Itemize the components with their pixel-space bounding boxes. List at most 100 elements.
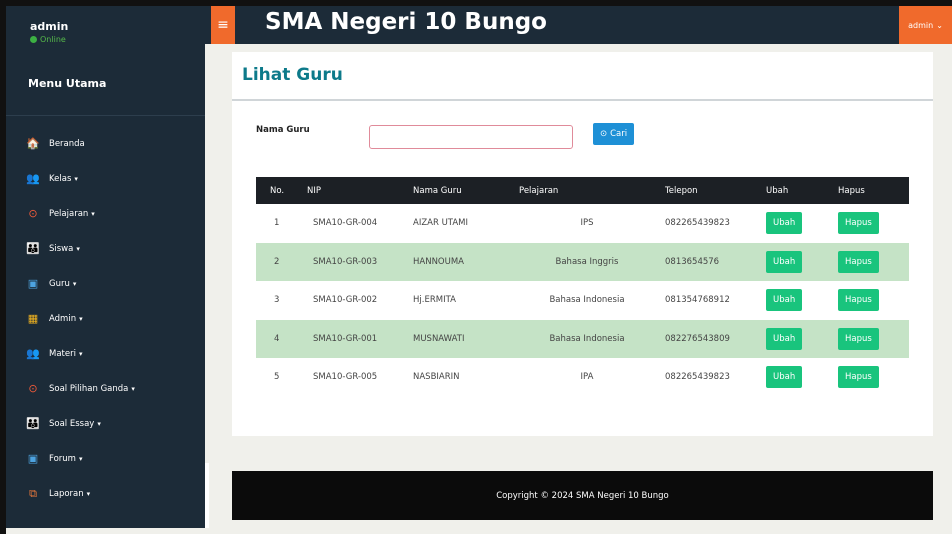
caret-down-icon: ▾ xyxy=(72,279,77,288)
cell-nama: Hj.ERMITA xyxy=(413,295,456,306)
sidebar-item-label: Materi xyxy=(49,348,76,359)
users-icon: 👥 xyxy=(26,172,40,185)
sidebar-item-kelas[interactable]: 👥 Kelas ▾ xyxy=(6,161,205,196)
sidebar-item-label: Guru xyxy=(49,278,70,289)
sidebar-item-label: Soal Pilihan Ganda xyxy=(49,383,129,394)
search-input[interactable] xyxy=(369,125,573,149)
cell-no: 4 xyxy=(274,333,280,344)
caret-down-icon: ▾ xyxy=(74,174,78,183)
sidebar-item-soal-essay[interactable]: 👪 Soal Essay ▾ xyxy=(6,406,205,441)
cell-ubah: Ubah xyxy=(763,320,838,359)
caret-down-icon: ▾ xyxy=(131,384,135,393)
edit-button[interactable]: Ubah xyxy=(766,366,803,389)
home-icon: 🏠 xyxy=(26,137,40,150)
edit-button[interactable]: Ubah xyxy=(766,250,803,273)
header-ubah: Ubah xyxy=(766,185,789,196)
search-button[interactable]: ⊙ Cari xyxy=(593,123,635,145)
id-card-icon: ▣ xyxy=(27,452,39,465)
caret-down-icon: ▾ xyxy=(78,349,83,358)
cell-hapus: Hapus xyxy=(838,320,909,359)
topbar: ≡ SMA Negeri 10 Bungo admin ⌄ xyxy=(205,6,952,44)
cell-hapus: Hapus xyxy=(838,358,909,397)
delete-button[interactable]: Hapus xyxy=(838,327,879,350)
header-no: No. xyxy=(270,185,285,196)
header-nip: NIP xyxy=(307,185,321,196)
cell-nama: NASBIARIN xyxy=(413,372,460,383)
sidebar-item-materi[interactable]: 👥 Materi ▾ xyxy=(6,336,205,371)
sidebar-item-label: Laporan xyxy=(49,488,84,499)
header-pelajaran: Pelajaran xyxy=(519,185,559,196)
clock-icon: ⊙ xyxy=(28,207,38,220)
cell-telepon: 082276543809 xyxy=(665,333,730,344)
user-status-label: Online xyxy=(40,35,66,44)
cell-pelajaran: Bahasa Indonesia xyxy=(549,295,625,306)
caret-down-icon: ▾ xyxy=(91,209,95,218)
delete-button[interactable]: Hapus xyxy=(838,250,879,273)
cell-pelajaran: Bahasa Indonesia xyxy=(549,333,625,344)
cell-nip: SMA10-GR-002 xyxy=(313,295,378,306)
cell-pelajaran: Bahasa Inggris xyxy=(555,256,619,267)
delete-button[interactable]: Hapus xyxy=(838,212,879,235)
cell-no: 3 xyxy=(274,295,280,306)
sidebar-item-guru[interactable]: ▣ Guru ▾ xyxy=(6,266,205,301)
caret-down-icon: ▾ xyxy=(78,454,83,463)
copyright-text: Copyright © 2024 SMA Negeri 10 Bungo xyxy=(496,490,669,501)
edit-button[interactable]: Ubah xyxy=(766,289,803,312)
cell-hapus: Hapus xyxy=(838,243,909,282)
cell-nip: SMA10-GR-003 xyxy=(313,256,378,267)
cell-hapus: Hapus xyxy=(838,204,909,243)
header-nama: Nama Guru xyxy=(413,185,462,196)
search-form: Nama Guru ⊙ Cari xyxy=(256,123,635,149)
copy-icon: ⧉ xyxy=(29,486,37,500)
header-telepon: Telepon xyxy=(665,185,698,196)
sidebar-item-label: Pelajaran xyxy=(49,208,89,219)
menu-title: Menu Utama xyxy=(6,66,205,116)
user-status: Online xyxy=(30,35,205,44)
online-dot-icon xyxy=(30,36,37,43)
cell-nip: SMA10-GR-005 xyxy=(313,372,378,383)
group-icon: 👪 xyxy=(26,242,40,255)
cell-telepon: 082265439823 xyxy=(665,218,730,229)
cell-telepon: 081354768912 xyxy=(665,295,730,306)
sidebar-item-label: Beranda xyxy=(49,138,85,149)
edit-button[interactable]: Ubah xyxy=(766,212,803,235)
cell-hapus: Hapus xyxy=(838,281,909,320)
sidebar-item-pelajaran[interactable]: ⊙ Pelajaran ▾ xyxy=(6,196,205,231)
group-icon: 👪 xyxy=(26,417,40,430)
sidebar-item-soal-pilihan-ganda[interactable]: ⊙ Soal Pilihan Ganda ▾ xyxy=(6,371,205,406)
sidebar-item-label: Forum xyxy=(49,453,76,464)
user-menu-button[interactable]: admin ⌄ xyxy=(899,6,952,44)
cell-nama: AIZAR UTAMI xyxy=(413,218,468,229)
cell-no: 2 xyxy=(274,256,280,267)
users-icon: 👥 xyxy=(26,347,40,360)
cell-nip: SMA10-GR-004 xyxy=(313,218,378,229)
table-row: 5 SMA10-GR-005 NASBIARIN IPA 082265439823 Uba… xyxy=(256,358,909,397)
cell-nama: HANNOUMA xyxy=(413,256,464,267)
table-row: 2 SMA10-GR-003 HANNOUMA Bahasa Inggris 08136… xyxy=(256,242,909,282)
sidebar-item-beranda[interactable]: 🏠 Beranda xyxy=(6,126,205,161)
cell-no: 5 xyxy=(274,372,280,383)
delete-button[interactable]: Hapus xyxy=(838,289,879,312)
sidebar-item-forum[interactable]: ▣ Forum ▾ xyxy=(6,441,205,476)
delete-button[interactable]: Hapus xyxy=(838,366,879,389)
sidebar-item-laporan[interactable]: ⧉ Laporan ▾ xyxy=(6,476,205,511)
footer: Copyright © 2024 SMA Negeri 10 Bungo xyxy=(232,471,933,520)
hamburger-menu-button[interactable]: ≡ xyxy=(211,6,235,44)
teacher-table: No. NIP Nama Guru Pelajaran Telepon Ubah… xyxy=(256,177,909,397)
sidebar-item-admin[interactable]: ▦ Admin ▾ xyxy=(6,301,205,336)
cell-ubah: Ubah xyxy=(763,204,838,243)
cell-ubah: Ubah xyxy=(763,358,838,397)
id-card-icon: ▣ xyxy=(27,277,39,290)
sidebar-item-siswa[interactable]: 👪 Siswa ▾ xyxy=(6,231,205,266)
user-menu-label: admin xyxy=(908,20,934,30)
caret-down-icon: ▾ xyxy=(86,489,91,498)
caret-down-icon: ▾ xyxy=(79,314,83,323)
user-name: admin xyxy=(30,20,69,33)
cell-no: 1 xyxy=(274,218,280,229)
cell-ubah: Ubah xyxy=(763,281,838,320)
caret-down-icon: ▾ xyxy=(97,419,101,428)
table-row: 4 SMA10-GR-001 MUSNAWATI Bahasa Indonesia 08… xyxy=(256,319,909,359)
cell-telepon: 082265439823 xyxy=(665,372,730,383)
cell-nama: MUSNAWATI xyxy=(413,333,465,344)
edit-button[interactable]: Ubah xyxy=(766,327,803,350)
